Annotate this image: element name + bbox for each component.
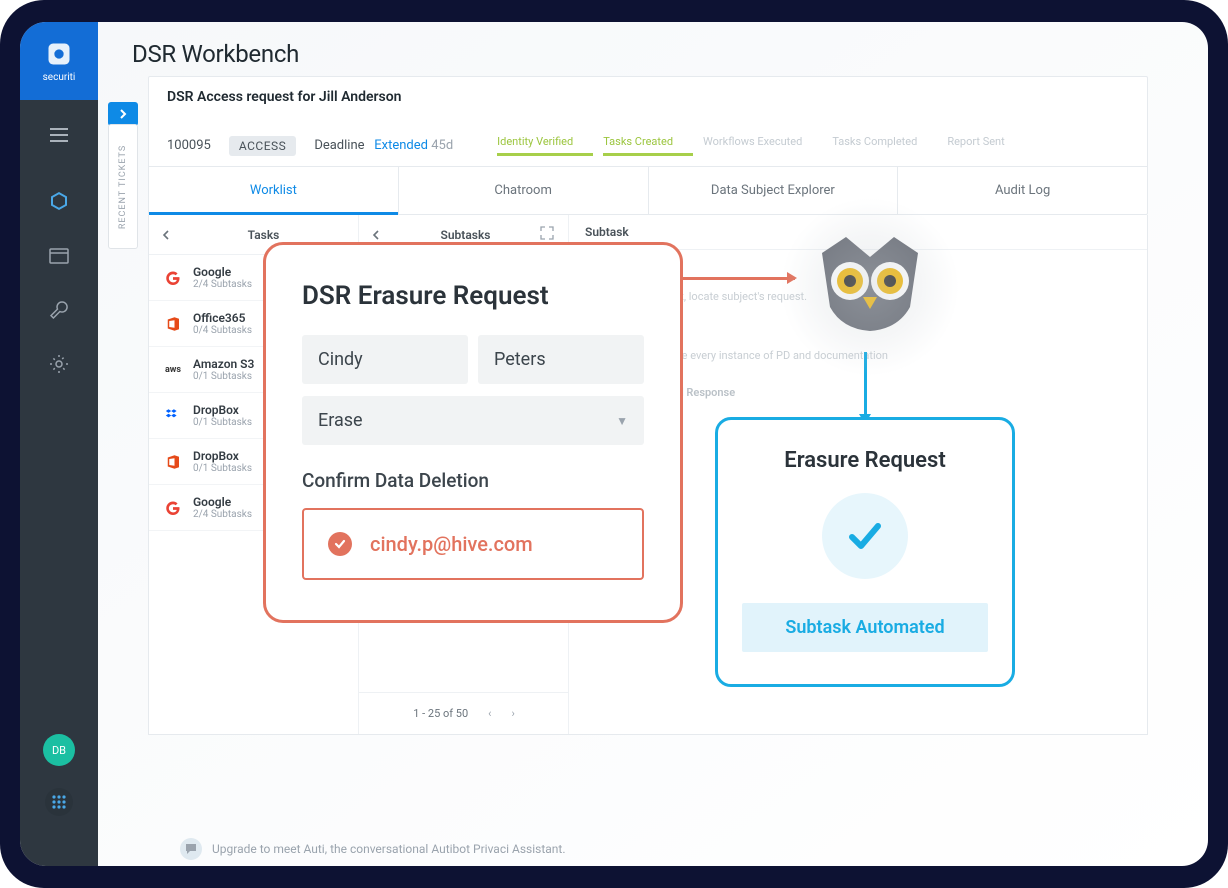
type-badge: ACCESS xyxy=(229,136,296,156)
check-circle-icon xyxy=(328,532,352,556)
brand-label: securiti xyxy=(43,72,76,83)
recent-tickets-toggle[interactable] xyxy=(108,102,138,126)
pager-next-icon[interactable]: › xyxy=(511,707,514,720)
progress-steps: Identity Verified Tasks Created Workflow… xyxy=(497,135,1005,156)
step-tasks-created: Tasks Created xyxy=(603,135,673,156)
recent-tickets-label: RECENT TICKETS xyxy=(118,144,128,228)
request-header: DSR Access request for Jill Anderson 100… xyxy=(148,76,1148,215)
tasks-heading: Tasks xyxy=(181,228,346,242)
nav-wrench-icon[interactable] xyxy=(47,298,71,322)
erasure-request-card: DSR Erasure Request Cindy Peters Erase ▼… xyxy=(263,242,683,623)
main-area: DSR Workbench RECENT TICKETS DSR Access … xyxy=(98,22,1208,866)
hamburger-icon[interactable] xyxy=(44,120,74,150)
result-title: Erasure Request xyxy=(742,448,988,473)
upgrade-banner[interactable]: Upgrade to meet Auti, the conversational… xyxy=(180,838,1148,860)
chevron-left-icon[interactable] xyxy=(161,225,181,244)
subtasks-heading: Subtasks xyxy=(391,228,540,242)
nav-cube-icon[interactable] xyxy=(47,190,71,214)
action-value: Erase xyxy=(318,410,363,431)
office-icon xyxy=(163,314,183,334)
page-title: DSR Workbench xyxy=(98,22,1208,76)
result-card: Erasure Request Subtask Automated xyxy=(715,417,1015,687)
tabs-row: Worklist Chatroom Data Subject Explorer … xyxy=(149,166,1147,214)
pager-prev-icon[interactable]: ‹ xyxy=(488,707,491,720)
pager-text: 1 - 25 of 50 xyxy=(413,707,468,720)
step-identity-verified: Identity Verified xyxy=(497,135,573,156)
google-icon xyxy=(163,498,183,518)
deadline-status[interactable]: Extended xyxy=(374,138,428,153)
confirm-email-box[interactable]: cindy.p@hive.com xyxy=(302,508,644,580)
avatar[interactable]: DB xyxy=(43,734,75,766)
nav-gear-icon[interactable] xyxy=(47,352,71,376)
pager: 1 - 25 of 50 ‹ › xyxy=(359,692,569,734)
brand-logo[interactable]: securiti xyxy=(20,22,98,100)
last-name-field[interactable]: Peters xyxy=(478,335,644,384)
arrow-to-owl xyxy=(671,277,795,280)
deadline-label: Deadline xyxy=(314,138,364,153)
erasure-title: DSR Erasure Request xyxy=(302,281,644,311)
nav-icons xyxy=(47,190,71,376)
owl-mascot xyxy=(780,197,960,377)
first-name-field[interactable]: Cindy xyxy=(302,335,468,384)
email-value: cindy.p@hive.com xyxy=(370,532,533,556)
aws-icon: aws xyxy=(163,360,183,380)
sidebar: securiti DB xyxy=(20,22,98,866)
chevron-right-icon xyxy=(118,109,128,119)
success-check-icon xyxy=(822,493,908,579)
device-frame: securiti DB DSR Workbench xyxy=(0,0,1228,888)
dropbox-icon xyxy=(163,406,183,426)
step-report-sent: Report Sent xyxy=(947,135,1004,156)
office-icon xyxy=(163,452,183,472)
step-tasks-completed: Tasks Completed xyxy=(832,135,917,156)
brand-icon xyxy=(45,40,73,68)
action-select[interactable]: Erase ▼ xyxy=(302,396,644,445)
upgrade-text: Upgrade to meet Auti, the conversational… xyxy=(212,842,566,856)
chat-bubble-icon xyxy=(180,838,202,860)
step-workflows-executed: Workflows Executed xyxy=(703,135,802,156)
tab-chatroom[interactable]: Chatroom xyxy=(399,167,649,214)
recent-tickets-tab[interactable]: RECENT TICKETS xyxy=(108,124,138,249)
google-icon xyxy=(163,268,183,288)
tab-worklist[interactable]: Worklist xyxy=(149,167,399,214)
request-title: DSR Access request for Jill Anderson xyxy=(167,89,1129,105)
nav-window-icon[interactable] xyxy=(47,244,71,268)
subtask-automated-button[interactable]: Subtask Automated xyxy=(742,603,988,652)
sidebar-bottom: DB xyxy=(43,734,75,816)
ticket-id: 100095 xyxy=(167,138,211,153)
chevron-down-icon: ▼ xyxy=(616,414,628,428)
app-screen: securiti DB DSR Workbench xyxy=(20,22,1208,866)
confirm-label: Confirm Data Deletion xyxy=(302,469,644,492)
app-grid-icon[interactable] xyxy=(45,788,73,816)
deadline-days: 45d xyxy=(431,138,453,153)
